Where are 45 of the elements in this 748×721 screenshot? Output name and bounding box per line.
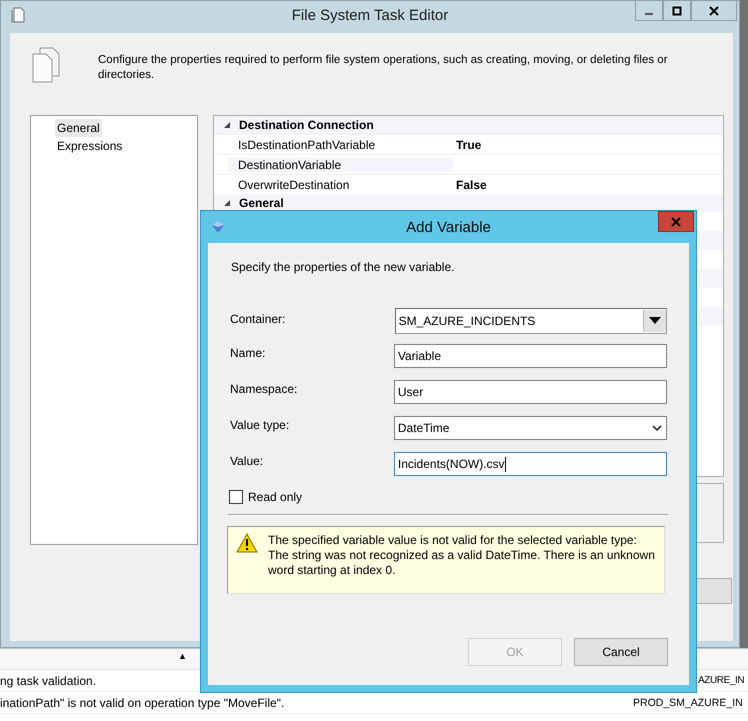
read-only-checkbox[interactable] — [229, 490, 243, 504]
dropdown-arrow-icon — [649, 317, 661, 325]
maximize-icon — [672, 6, 682, 16]
minimize-button[interactable] — [635, 1, 663, 21]
navigation-item[interactable]: General — [55, 119, 102, 137]
expanded-icon[interactable] — [223, 121, 231, 129]
property-value: False — [456, 178, 487, 192]
value-type-dropdown[interactable]: DateTime — [394, 416, 667, 440]
field-label: Value: — [230, 453, 264, 468]
instruction-text: Specify the properties of the new variable. — [231, 260, 456, 274]
documents-icon — [32, 47, 60, 83]
container-combo-box[interactable]: SM_AZURE_INCIDENTS — [394, 308, 667, 334]
close-button[interactable] — [691, 1, 737, 21]
warning-icon — [236, 533, 258, 553]
checkbox-label: Read only — [248, 490, 302, 504]
dialog-title: Add Variable — [406, 218, 491, 236]
property-value: True — [456, 138, 482, 152]
text-field[interactable]: Incidents(NOW).csv — [394, 452, 667, 476]
close-icon — [671, 216, 681, 226]
text-field[interactable]: Variable — [394, 344, 667, 368]
sort-indicator[interactable]: ▲ — [178, 651, 187, 661]
output-message: ng task validation. — [0, 674, 98, 688]
warning-text: The specified variable value is not valid for the selected variable type: The string was not recognized as a valid DateTime. There is an unknown word starting at index 0. — [268, 533, 656, 579]
output-message: inationPath" is not valid on operation type "MoveFile". — [0, 696, 286, 710]
output-source: PROD_SM_AZURE_IN — [632, 696, 743, 708]
category-header: Destination Connection — [239, 118, 374, 132]
minimize-icon — [645, 13, 653, 15]
window-title: File System Task Editor — [292, 6, 448, 24]
field-label: Value type: — [230, 417, 290, 432]
close-icon — [709, 6, 719, 16]
expanded-icon[interactable] — [223, 199, 231, 207]
category-header: General — [239, 196, 284, 210]
field-label: Container: — [230, 311, 286, 326]
field-label: Namespace: — [230, 381, 298, 396]
chevron-down-icon — [652, 424, 662, 432]
dialog-button[interactable]: Cancel — [574, 638, 668, 666]
cube-icon — [211, 220, 225, 234]
property-name: DestinationVariable — [228, 158, 453, 172]
description-text: Configure the properties required to perform file system operations, such as creating, moving, or deleting files or directories. — [98, 53, 669, 83]
navigation-item[interactable]: Expressions — [55, 137, 124, 155]
maximize-button[interactable] — [663, 1, 691, 21]
document-icon — [11, 7, 25, 23]
output-source: AZURE_IN — [697, 675, 744, 686]
text-field[interactable]: User — [394, 380, 667, 404]
field-label: Name: — [230, 345, 266, 360]
